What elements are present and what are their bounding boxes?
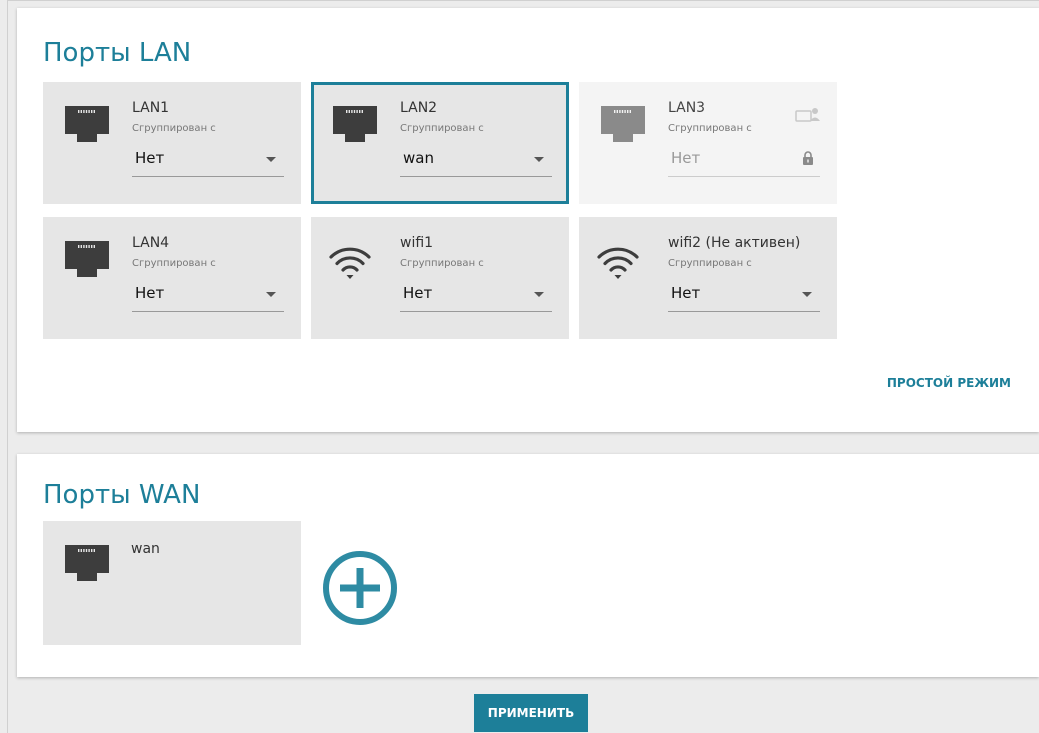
group-select: Нет <box>668 143 820 177</box>
grouped-with-label: Сгруппирован с <box>132 123 216 134</box>
grouped-with-label: Сгруппирован с <box>668 258 752 269</box>
group-select-value: Нет <box>403 284 433 302</box>
chevron-down-icon <box>534 157 544 162</box>
grouped-with-label: Сгруппирован с <box>132 258 216 269</box>
port-name: LAN1 <box>132 100 170 116</box>
port-card-lan3: LAN3 Сгруппирован с Нет <box>579 82 837 204</box>
port-name: wifi2 (Не активен) <box>668 235 801 251</box>
grouped-with-label: Сгруппирован с <box>668 123 752 134</box>
group-select[interactable]: Нет <box>132 143 284 177</box>
port-card-wifi1[interactable]: wifi1 Сгруппирован с Нет <box>311 217 569 339</box>
group-select-value: Нет <box>671 284 701 302</box>
port-card-lan4[interactable]: LAN4 Сгруппирован с Нет <box>43 217 301 339</box>
ethernet-icon <box>65 545 109 581</box>
grouped-with-label: Сгруппирован с <box>400 258 484 269</box>
ethernet-icon <box>601 106 645 142</box>
port-name: LAN2 <box>400 100 438 116</box>
wan-section-title: Порты WAN <box>43 480 201 510</box>
lan-ports-panel: Порты LAN LAN1 Сгруппирован с Нет LAN2 С… <box>17 8 1039 432</box>
wan-ports-panel: Порты WAN wan <box>17 454 1039 677</box>
group-select[interactable]: wan <box>400 143 552 177</box>
chevron-down-icon <box>266 157 276 162</box>
ethernet-icon <box>65 106 109 142</box>
group-select-value: Нет <box>671 149 701 167</box>
port-name: wan <box>131 541 160 557</box>
port-name: LAN4 <box>132 235 170 251</box>
port-card-lan1[interactable]: LAN1 Сгруппирован с Нет <box>43 82 301 204</box>
user-card-icon <box>795 108 820 122</box>
apply-button[interactable]: ПРИМЕНИТЬ <box>474 694 588 732</box>
port-name: LAN3 <box>668 100 706 116</box>
port-card-lan2[interactable]: LAN2 Сгруппирован с wan <box>311 82 569 204</box>
chevron-down-icon <box>534 292 544 297</box>
group-select[interactable]: Нет <box>668 278 820 312</box>
group-select-value: Нет <box>135 284 165 302</box>
port-card-wan[interactable]: wan <box>43 521 301 645</box>
lan-section-title: Порты LAN <box>43 38 192 68</box>
port-name: wifi1 <box>400 235 434 251</box>
port-card-wifi2[interactable]: wifi2 (Не активен) Сгруппирован с Нет <box>579 217 837 339</box>
group-select[interactable]: Нет <box>400 278 552 312</box>
chevron-down-icon <box>266 292 276 297</box>
simple-mode-link[interactable]: ПРОСТОЙ РЕЖИМ <box>887 376 1011 390</box>
group-select[interactable]: Нет <box>132 278 284 312</box>
ethernet-icon <box>333 106 377 142</box>
ethernet-icon <box>65 241 109 277</box>
grouped-with-label: Сгруппирован с <box>400 123 484 134</box>
top-border <box>7 0 1039 1</box>
plus-circle-icon[interactable] <box>322 550 398 626</box>
wifi-icon <box>329 247 371 279</box>
left-border <box>7 0 8 733</box>
lock-icon <box>803 151 813 165</box>
group-select-value: wan <box>403 149 434 167</box>
chevron-down-icon <box>802 292 812 297</box>
group-select-value: Нет <box>135 149 165 167</box>
wifi-icon <box>597 247 639 279</box>
